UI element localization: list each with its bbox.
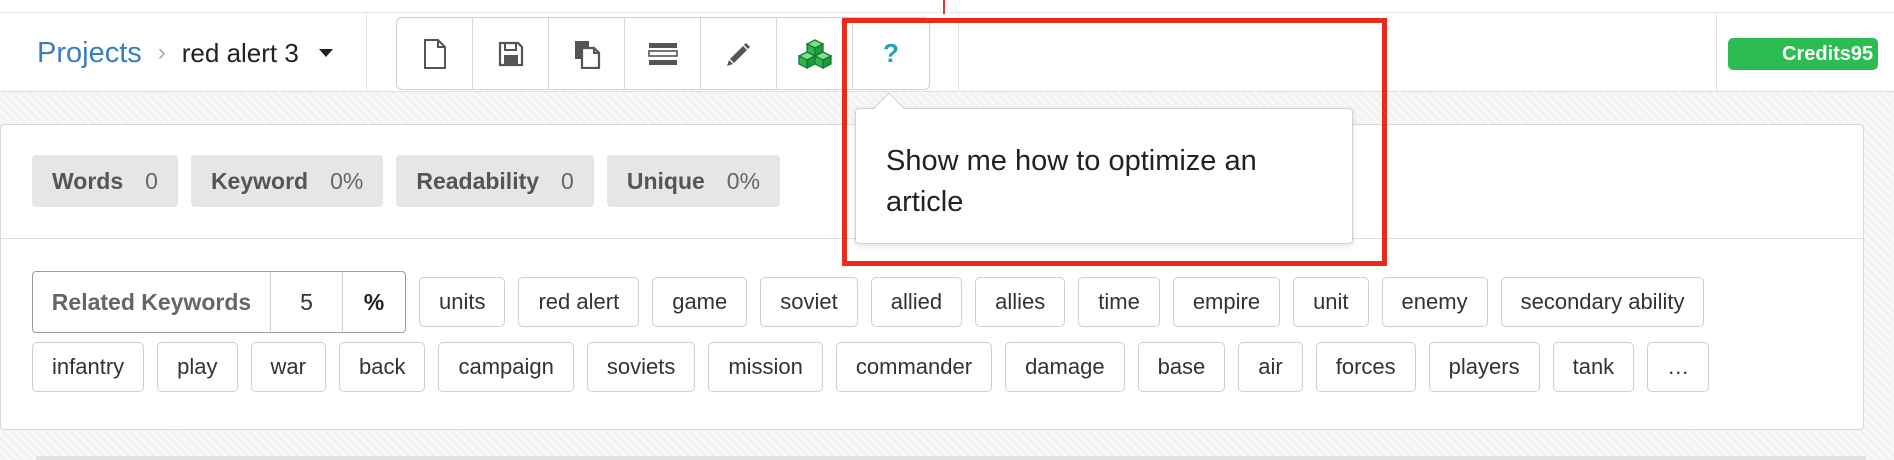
- keyword-chip[interactable]: infantry: [32, 342, 145, 392]
- keyword-chip[interactable]: players: [1428, 342, 1540, 392]
- green-cubes-icon: [797, 38, 832, 69]
- list-bars-icon: [647, 42, 678, 65]
- floppy-disk-icon: [498, 41, 523, 66]
- keyword-chip[interactable]: campaign: [438, 342, 574, 392]
- keyword-chip[interactable]: game: [652, 277, 748, 327]
- keyword-chip[interactable]: war: [250, 342, 326, 392]
- keyword-chip[interactable]: mission: [708, 342, 823, 392]
- credits-value: 95: [1850, 42, 1874, 65]
- related-keywords-control: Related Keywords 5 %: [32, 271, 406, 333]
- metric-value: 0: [561, 167, 574, 194]
- related-keywords-button[interactable]: Related Keywords: [33, 272, 271, 332]
- file-icon: [423, 38, 446, 69]
- help-tooltip[interactable]: Show me how to optimize an article: [855, 108, 1353, 244]
- editor-toolbar: ?: [396, 17, 930, 90]
- credits-badge: Credits 95: [1728, 38, 1878, 70]
- keyword-chip[interactable]: damage: [1005, 342, 1125, 392]
- metric-label: Unique: [626, 167, 705, 194]
- metric-value: 0: [145, 167, 158, 194]
- metric-value: 0%: [726, 167, 761, 194]
- breadcrumb-projects-link[interactable]: Projects: [37, 37, 142, 70]
- copy-button[interactable]: [549, 18, 625, 89]
- keyword-chip[interactable]: allies: [975, 277, 1066, 327]
- chevron-down-icon[interactable]: [318, 49, 333, 57]
- cubes-button[interactable]: [777, 18, 853, 89]
- metric-unique: Unique 0%: [606, 155, 781, 207]
- metrics-bar: Words 0 Keyword 0% Readability 0 Unique …: [32, 155, 781, 207]
- edit-button[interactable]: [701, 18, 777, 89]
- outline-button[interactable]: [625, 18, 701, 89]
- keyword-chip[interactable]: soviets: [586, 342, 696, 392]
- metric-keyword: Keyword 0%: [190, 155, 384, 207]
- keyword-chip[interactable]: red alert: [518, 277, 640, 327]
- keyword-chip[interactable]: allied: [870, 277, 963, 327]
- breadcrumb-current-project[interactable]: red alert 3: [182, 38, 299, 69]
- keyword-chip[interactable]: enemy: [1381, 277, 1488, 327]
- save-button[interactable]: [473, 18, 549, 89]
- keyword-chip[interactable]: unit: [1293, 277, 1369, 327]
- toolbar-divider-left: [366, 13, 367, 92]
- breadcrumb: Projects › red alert 3: [37, 30, 333, 76]
- credits-divider: [1716, 13, 1717, 92]
- bottom-panel-edge: [36, 456, 1866, 460]
- keyword-chip[interactable]: forces: [1315, 342, 1416, 392]
- new-document-button[interactable]: [397, 18, 473, 89]
- metric-label: Words: [52, 167, 124, 194]
- top-border-line: [0, 12, 1894, 13]
- keywords-row-1: Related Keywords 5 % units red alert gam…: [32, 271, 1717, 333]
- keyword-chip[interactable]: back: [338, 342, 426, 392]
- keyword-chip[interactable]: air: [1238, 342, 1303, 392]
- keyword-chip[interactable]: units: [419, 277, 506, 327]
- breadcrumb-separator: ›: [157, 39, 166, 66]
- top-bar: Projects › red alert 3 ? Credits 95: [0, 0, 1894, 92]
- metric-readability: Readability 0: [396, 155, 594, 207]
- red-marker: [943, 0, 945, 14]
- keyword-chip[interactable]: play: [157, 342, 238, 392]
- keywords-row-2: infantry play war back campaign soviets …: [32, 342, 1722, 392]
- keyword-chip[interactable]: base: [1137, 342, 1226, 392]
- keyword-chip[interactable]: tank: [1552, 342, 1635, 392]
- help-button[interactable]: ?: [853, 18, 929, 89]
- metric-label: Readability: [416, 167, 540, 194]
- tooltip-text: Show me how to optimize an article: [886, 145, 1257, 218]
- copy-documents-icon: [574, 40, 600, 69]
- more-keywords-button[interactable]: …: [1647, 342, 1710, 392]
- toolbar-divider-right: [958, 13, 959, 92]
- keyword-chip[interactable]: commander: [835, 342, 993, 392]
- pencil-icon: [726, 42, 750, 66]
- keyword-chip[interactable]: time: [1078, 277, 1160, 327]
- keyword-chip[interactable]: empire: [1172, 277, 1281, 327]
- keyword-chip[interactable]: secondary ability: [1500, 277, 1705, 327]
- keyword-count-field[interactable]: 5: [271, 272, 343, 332]
- credits-label: Credits: [1782, 42, 1851, 65]
- metric-value: 0%: [330, 167, 364, 194]
- keyword-chip[interactable]: soviet: [760, 277, 858, 327]
- metric-label: Keyword: [210, 167, 309, 194]
- keyword-percent-toggle[interactable]: %: [343, 272, 405, 332]
- question-mark-icon: ?: [883, 38, 899, 68]
- metric-words: Words 0: [32, 155, 178, 207]
